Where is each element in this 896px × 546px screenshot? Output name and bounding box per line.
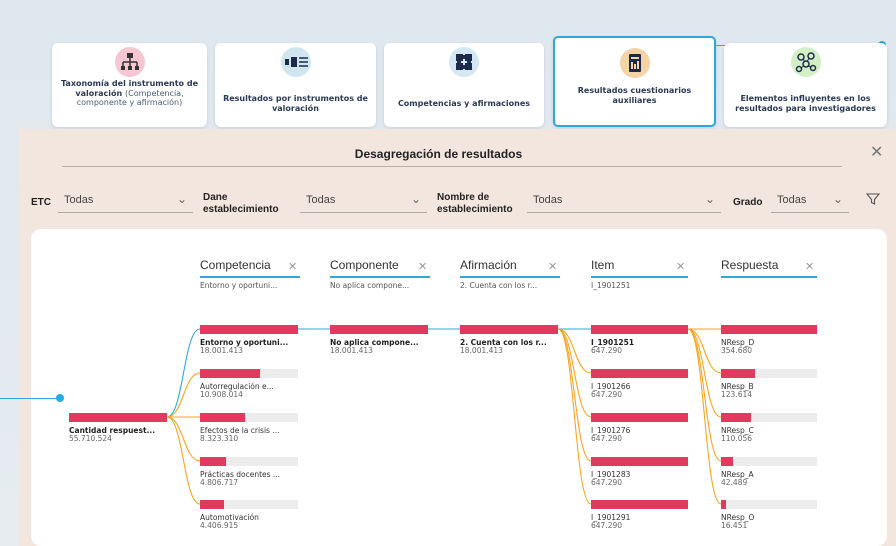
puzzle-icon bbox=[449, 47, 479, 77]
column-header: Respuesta bbox=[721, 258, 779, 272]
left-connector bbox=[0, 398, 60, 399]
node-bar[interactable] bbox=[591, 369, 688, 378]
node-value: 647.290 bbox=[591, 390, 623, 399]
node-value: 647.290 bbox=[591, 521, 623, 530]
slider-bars-icon bbox=[280, 47, 311, 77]
column-header: Competencia bbox=[200, 258, 271, 272]
node-bar[interactable] bbox=[200, 457, 227, 466]
node-bar[interactable] bbox=[200, 325, 298, 334]
column-underline bbox=[330, 276, 430, 278]
node-value: 10.908.014 bbox=[200, 390, 243, 399]
node-value: 354.680 bbox=[721, 346, 753, 355]
left-connector-dot bbox=[56, 394, 64, 402]
node-value: 42.489 bbox=[721, 478, 748, 487]
node-value: 110.056 bbox=[721, 434, 753, 443]
filter-select-grado[interactable]: Todas ⌄ bbox=[771, 190, 849, 213]
node-bar[interactable] bbox=[69, 413, 167, 422]
node-bar[interactable] bbox=[721, 457, 733, 466]
nav-card-title: Resultados por instrumentos de valoració… bbox=[223, 94, 368, 113]
panel-title: Desagregación de resultados bbox=[354, 147, 523, 161]
node-bar-track bbox=[721, 500, 817, 509]
column-selected-value: I_1901251 bbox=[591, 281, 631, 290]
column-underline bbox=[591, 276, 688, 278]
node-value: 18.001.413 bbox=[330, 346, 373, 355]
remove-level-icon[interactable]: ✕ bbox=[805, 260, 814, 273]
node-bar[interactable] bbox=[591, 325, 688, 334]
filter-value-etc: Todas bbox=[64, 194, 94, 206]
column-selected-value: Entorno y oportuni... bbox=[200, 281, 278, 290]
filter-select-etc[interactable]: Todas ⌄ bbox=[58, 190, 193, 213]
nav-card-cuestionarios-auxiliares[interactable]: Resultados cuestionarios auxiliares bbox=[553, 36, 716, 127]
node-bar[interactable] bbox=[200, 500, 224, 509]
column-selected-value: 2. Cuenta con los r... bbox=[460, 281, 538, 290]
chevron-down-icon: ⌄ bbox=[410, 192, 421, 206]
node-bar[interactable] bbox=[591, 457, 688, 466]
filter-value-grado: Todas bbox=[777, 194, 807, 206]
remove-level-icon[interactable]: ✕ bbox=[288, 260, 297, 273]
node-bar[interactable] bbox=[721, 369, 755, 378]
node-bar[interactable] bbox=[200, 413, 246, 422]
chevron-down-icon: ⌄ bbox=[176, 192, 187, 206]
node-bar[interactable] bbox=[721, 325, 817, 334]
remove-level-icon[interactable]: ✕ bbox=[676, 260, 685, 273]
filter-value-dane: Todas bbox=[306, 194, 336, 206]
title-divider bbox=[62, 166, 842, 167]
filter-value-nombre: Todas bbox=[533, 194, 563, 206]
node-bar[interactable] bbox=[721, 500, 726, 509]
chevron-down-icon: ⌄ bbox=[704, 192, 715, 206]
remove-level-icon[interactable]: ✕ bbox=[548, 260, 557, 273]
node-value: 647.290 bbox=[591, 434, 623, 443]
filter-select-dane[interactable]: Todas ⌄ bbox=[300, 190, 427, 213]
network-molecule-icon bbox=[790, 47, 821, 77]
report-document-icon bbox=[619, 48, 650, 78]
filter-funnel-icon[interactable] bbox=[865, 192, 881, 210]
close-icon[interactable]: ✕ bbox=[870, 142, 883, 161]
node-value: 55.710.524 bbox=[69, 434, 112, 443]
filter-label-nombre: Nombre de establecimiento bbox=[437, 192, 513, 215]
node-value: 4.806.717 bbox=[200, 478, 239, 487]
filter-label-dane: Dane establecimiento bbox=[203, 192, 279, 215]
nav-card-title: Elementos influyentes en los resultados … bbox=[735, 94, 876, 113]
nav-card-title: Resultados cuestionarios auxiliares bbox=[577, 86, 692, 105]
node-value: 123.614 bbox=[721, 390, 753, 399]
node-value: 4.406.915 bbox=[200, 521, 239, 530]
filter-select-nombre[interactable]: Todas ⌄ bbox=[527, 190, 721, 213]
nav-card-elementos-influyentes[interactable]: Elementos influyentes en los resultados … bbox=[724, 43, 887, 127]
node-bar[interactable] bbox=[721, 413, 751, 422]
nav-card-taxonomia[interactable]: Taxonomía del instrumento de valoración … bbox=[52, 43, 207, 127]
node-bar[interactable] bbox=[591, 413, 688, 422]
nav-card-title: Competencias y afirmaciones bbox=[397, 99, 531, 108]
node-bar-track bbox=[721, 457, 817, 466]
node-value: 18.001.413 bbox=[200, 346, 243, 355]
node-bar[interactable] bbox=[591, 500, 688, 509]
column-underline bbox=[460, 276, 560, 278]
column-header: Item bbox=[591, 258, 615, 272]
chevron-down-icon: ⌄ bbox=[832, 192, 843, 206]
filter-label-grado: Grado bbox=[733, 197, 763, 208]
node-bar[interactable] bbox=[200, 369, 260, 378]
column-header: Componente bbox=[330, 258, 399, 272]
remove-level-icon[interactable]: ✕ bbox=[418, 260, 427, 273]
column-selected-value: No aplica compone... bbox=[330, 281, 410, 290]
nav-card-resultados-instrumentos[interactable]: Resultados por instrumentos de valoració… bbox=[215, 43, 376, 127]
node-bar[interactable] bbox=[460, 325, 558, 334]
column-underline bbox=[721, 276, 817, 278]
node-value: 647.290 bbox=[591, 478, 623, 487]
column-header: Afirmación bbox=[460, 258, 517, 272]
node-bar[interactable] bbox=[330, 325, 428, 334]
node-value: 18.001.413 bbox=[460, 346, 503, 355]
node-value: 8.323.310 bbox=[200, 434, 239, 443]
column-underline bbox=[200, 276, 300, 278]
nav-card-competencias[interactable]: Competencias y afirmaciones bbox=[384, 43, 544, 127]
filter-label-etc: ETC bbox=[31, 197, 51, 208]
node-value: 16.451 bbox=[721, 521, 748, 530]
node-value: 647.290 bbox=[591, 346, 623, 355]
